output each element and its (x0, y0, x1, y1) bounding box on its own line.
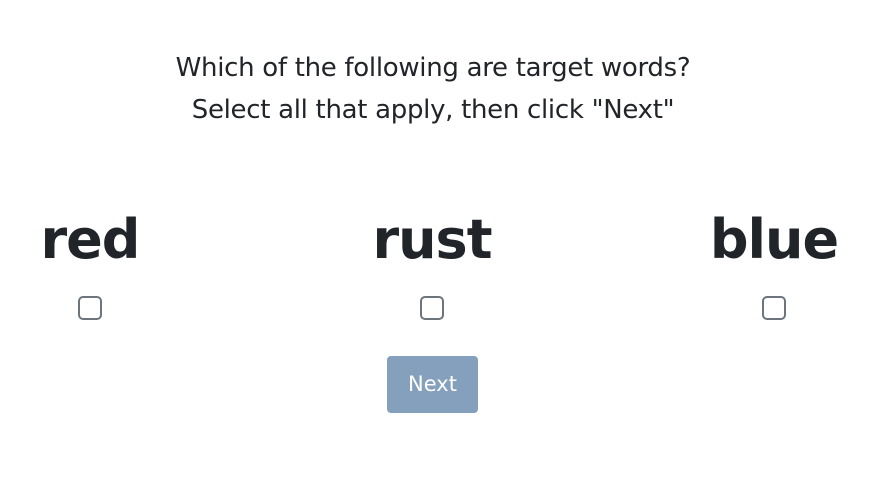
option-red: red (0, 207, 190, 320)
option-checkbox-red[interactable] (78, 296, 102, 320)
question-prompt: Which of the following are target words?… (0, 47, 866, 131)
option-checkbox-rust[interactable] (420, 296, 444, 320)
option-word: blue (709, 208, 839, 271)
option-checkbox-blue[interactable] (762, 296, 786, 320)
option-blue: blue (674, 207, 874, 320)
next-button[interactable]: Next (387, 356, 478, 413)
question-title: Which of the following are target words? (175, 53, 691, 83)
option-rust: rust (332, 207, 532, 320)
question-instructions: Select all that apply, then click "Next" (191, 95, 675, 125)
option-word: red (40, 208, 141, 271)
option-word: rust (372, 208, 492, 271)
